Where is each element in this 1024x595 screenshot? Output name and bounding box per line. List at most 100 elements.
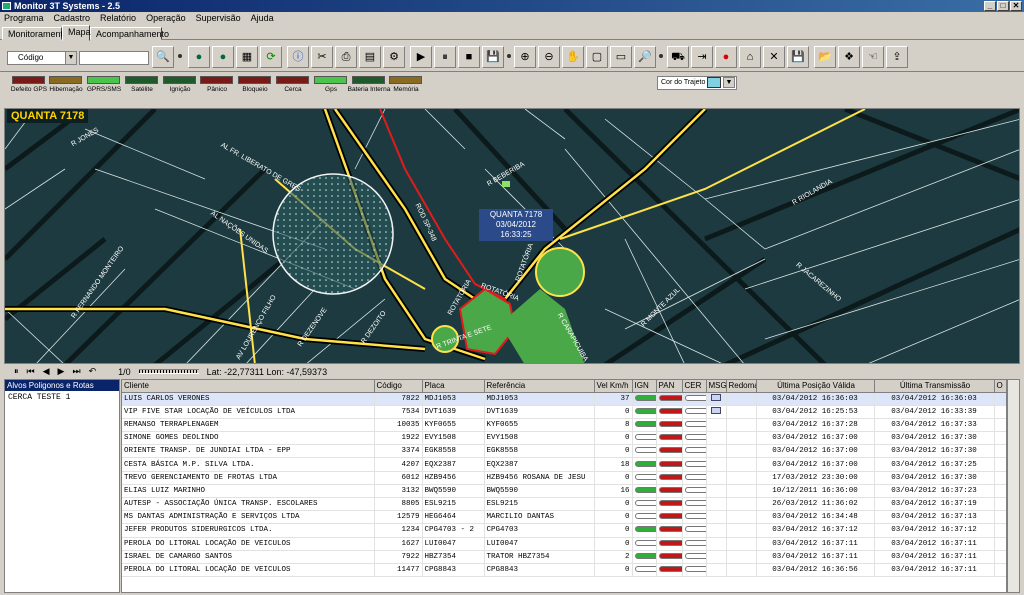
tab-acompanhamento[interactable]: Acompanhamento [90,27,169,40]
table-row[interactable]: PEROLA DO LITORAL LOCAÇÃO DE VEICULOS 114… [122,563,1006,578]
print-button[interactable]: ⎙ [335,46,357,68]
find-button[interactable]: 🔎 [634,46,656,68]
search-type-select[interactable]: Código ▼ [7,51,77,65]
minimize-button[interactable]: _ [984,1,996,11]
measure-button[interactable]: ▭ [610,46,632,68]
last-icon[interactable]: ⏭ [72,366,80,377]
cell-cliente: TREVO GERENCIAMENTO DE FROTAS LTDA [122,471,375,485]
col-header[interactable]: Placa [422,380,485,393]
hand-tool-button[interactable]: ☜ [862,46,884,68]
col-header[interactable]: PAN [656,380,683,393]
route-button[interactable]: ⇥ [691,46,713,68]
next-icon[interactable]: ▶ [58,366,65,377]
map-button[interactable]: ▦ [236,46,258,68]
col-header[interactable]: Última Posição Válida [756,380,875,393]
tools-button[interactable]: ✂ [311,46,333,68]
pan-button[interactable]: ✋ [562,46,584,68]
col-header[interactable]: Cliente [122,380,375,393]
cell-ign [632,497,657,512]
menu-relatorio[interactable]: Relatório [100,12,136,25]
close-button[interactable]: ✕ [1010,1,1022,11]
first-icon[interactable]: ⏮ [27,366,35,377]
table-row[interactable]: CESTA BÁSICA M.P. SILVA LTDA. 4207 EQX2387… [122,457,1006,472]
tab-mapa[interactable]: Mapa [62,25,91,41]
col-header[interactable]: Última Transmissão [874,380,995,393]
cell-cliente: ISRAEL DE CAMARGO SANTOS [122,550,375,564]
table-row[interactable]: JEFER PRODUTOS SIDERURGICOS LTDA. 1234 CPG… [122,523,1006,538]
table-row[interactable]: VIP FIVE STAR LOCAÇÃO DE VEÍCULOS LTDA 75… [122,405,1006,419]
vehicle-label: QUANTA 7178 03/04/2012 16:33:25 [479,209,553,241]
menu-ajuda[interactable]: Ajuda [251,12,274,25]
map-title: QUANTA 7178 [7,109,89,123]
search-button[interactable]: 🔍 [152,46,174,68]
prev-icon[interactable]: ◀ [43,366,50,377]
table-row[interactable]: ORIENTE TRANSP. DE JUNDIAI LTDA - EPP 337… [122,444,1006,459]
globe-button[interactable]: ● [188,46,210,68]
pause-icon[interactable]: ⏸ [14,366,19,377]
globe2-button[interactable]: ● [212,46,234,68]
table-row[interactable]: REMANSO TERRAPLENAGEM 10035 KYF0655 KYF0655… [122,418,1006,433]
layers-button[interactable]: ❖ [838,46,860,68]
vertical-scrollbar[interactable] [1007,379,1020,593]
legend-color-bloqueio [238,76,271,84]
zoom-window-button[interactable]: ▢ [586,46,608,68]
cell-ultima-transmissao: 03/04/2012 16:37:23 [874,484,995,499]
info-button[interactable]: ⓘ [287,46,309,68]
save-fence-button[interactable]: 💾 [787,46,809,68]
list-item[interactable]: CERCA TESTE 1 [5,391,119,404]
settings-button[interactable]: ⚙ [383,46,405,68]
cell-velocidade: 18 [594,457,633,472]
table-row[interactable]: TREVO GERENCIAMENTO DE FROTAS LTDA 6012 HZ… [122,471,1006,485]
table-row[interactable]: PEROLA DO LITORAL LOCAÇÃO DE VEICULOS 162… [122,537,1006,551]
pan-status-indicator [658,500,681,507]
legend-color-defeito-gps [12,76,45,84]
vehicle-button[interactable]: ⛟ [667,46,689,68]
delete-icon: ✕ [769,50,779,63]
table-row[interactable]: LUIS CARLOS VERONES 7822 MDJ1053 MDJ1053 37 0… [122,392,1006,406]
table-row[interactable]: ISRAEL DE CAMARGO SANTOS 7922 HBZ7354 TRATO… [122,550,1006,564]
record-button[interactable]: ● [715,46,737,68]
zoom-in-button[interactable]: ⊕ [514,46,536,68]
col-header[interactable]: O [994,380,1006,393]
search-input[interactable] [79,51,149,65]
table-row[interactable]: MS DANTAS ADMINISTRAÇÃO E SERVIÇOS LTDA 1… [122,510,1006,525]
table-row[interactable]: SIMONE GOMES DEOLINDO 1922 EVY1508 EVY1508 0… [122,431,1006,446]
undo-icon[interactable]: ↶ [89,366,97,377]
refresh-button[interactable]: ⟳ [260,46,282,68]
play-button[interactable]: ▶ [410,46,432,68]
cer-status-indicator [684,434,705,441]
menu-operacao[interactable]: Operação [146,12,186,25]
col-header[interactable]: Referência [484,380,595,393]
report-button[interactable]: ▤ [359,46,381,68]
open-folder-button[interactable]: 📂 [814,46,836,68]
col-header[interactable]: Vel Km/h [594,380,633,393]
menu-cadastro[interactable]: Cadastro [54,12,91,25]
col-header[interactable]: IGN [632,380,657,393]
table-row[interactable]: ELIAS LUIZ MARINHO 3132 BWQ5590 BWQ5590 16 10… [122,484,1006,499]
save-icon: 💾 [791,50,805,63]
polygon-button[interactable]: ⌂ [739,46,761,68]
message-icon[interactable] [711,406,721,414]
maximize-button[interactable]: □ [997,1,1009,11]
cell-ultima-posicao: 17/03/2012 23:30:00 [756,471,875,485]
menu-programa[interactable]: Programa [4,12,44,25]
map-view[interactable]: QUANTA 7178 03/04/2012 16:33:25 AL NAÇÕE… [4,108,1020,364]
chevron-down-icon[interactable]: ▼ [723,77,735,88]
cell-placa: MDJ1053 [422,392,485,406]
col-header[interactable]: CER [682,380,707,393]
delete-button[interactable]: ✕ [763,46,785,68]
cell-redoma [726,510,757,525]
stop-button[interactable]: ■ [458,46,480,68]
zoom-out-button[interactable]: ⊖ [538,46,560,68]
menu-supervisao[interactable]: Supervisão [196,12,241,25]
playback-slider[interactable] [138,369,199,374]
tab-monitoramento[interactable]: Monitoramento [2,27,68,40]
col-header[interactable]: Código [374,380,423,393]
col-header[interactable]: Redoma [726,380,757,393]
pause-button[interactable]: ⏸ [434,46,456,68]
export-button[interactable]: ⇪ [886,46,908,68]
save-button[interactable]: 💾 [482,46,504,68]
table-row[interactable]: AUTESP - ASSOCIAÇÃO ÚNICA TRANSP. ESCOLA… [122,497,1006,512]
message-icon[interactable] [711,393,721,401]
col-header[interactable]: MSG [706,380,727,393]
